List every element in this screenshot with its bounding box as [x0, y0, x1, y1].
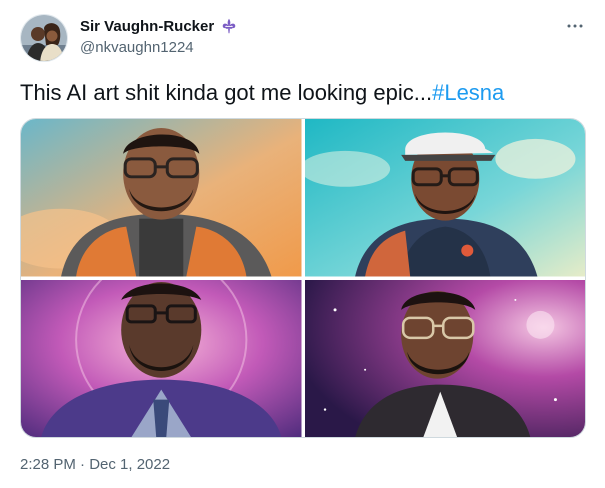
hashtag-link[interactable]: #Lesna	[432, 80, 504, 105]
avatar[interactable]	[20, 14, 68, 62]
fleur-de-lis-icon	[220, 17, 238, 35]
tweet-card: Sir Vaughn-Rucker @nkvaughn1224 This AI …	[0, 0, 605, 488]
media-image-3[interactable]	[21, 279, 302, 437]
tweet-timestamp[interactable]: 2:28 PM · Dec 1, 2022	[20, 456, 170, 473]
media-image-4[interactable]	[304, 279, 585, 437]
media-image-2[interactable]	[304, 119, 585, 277]
media-grid	[20, 118, 586, 438]
media-image-1[interactable]	[21, 119, 302, 277]
author-name-row: Sir Vaughn-Rucker	[80, 17, 238, 35]
more-options-button[interactable]	[563, 16, 587, 36]
author-display-name[interactable]: Sir Vaughn-Rucker	[80, 18, 214, 35]
tweet-body: This AI art shit kinda got me looking ep…	[20, 80, 433, 105]
author-handle[interactable]: @nkvaughn1224	[80, 39, 194, 56]
more-dots-icon	[567, 24, 583, 28]
tweet-text: This AI art shit kinda got me looking ep…	[20, 79, 504, 107]
